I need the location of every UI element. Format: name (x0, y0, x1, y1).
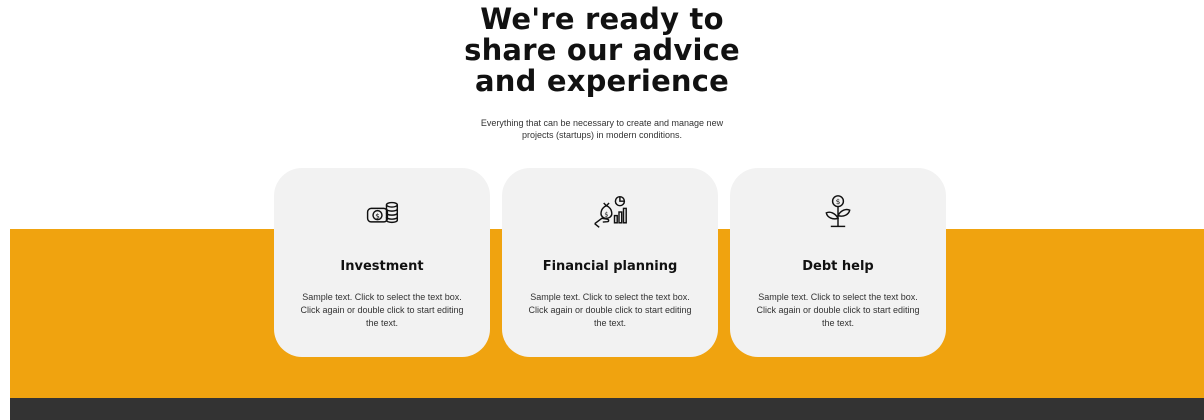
heading-line-1: We're ready to (480, 2, 724, 36)
svg-text:$: $ (836, 197, 841, 206)
financial-planning-icon: $ (594, 195, 627, 228)
card-text-line: Sample text. Click to select the text bo… (530, 292, 690, 302)
card-text-line: Click again or double click to start edi… (300, 305, 464, 315)
card-debt-help: $ Debt help Sample text. Click to select… (730, 168, 946, 357)
section-heading: We're ready to share our advice and expe… (402, 4, 802, 97)
money-plant-icon: $ (825, 195, 851, 228)
svg-text:$: $ (604, 212, 608, 219)
card-investment: $ Investment Sample text. Click to selec… (274, 168, 490, 357)
card-title: Investment (340, 259, 424, 274)
card-text-line: the text. (365, 318, 399, 328)
page: We're ready to share our advice and expe… (0, 0, 1204, 420)
footer-band (10, 398, 1204, 420)
heading-line-2: share our advice (464, 33, 740, 67)
card-text-line: Sample text. Click to select the text bo… (302, 292, 462, 302)
card-text: Sample text. Click to select the text bo… (288, 291, 476, 330)
card-text-line: the text. (593, 318, 627, 328)
svg-text:$: $ (375, 211, 380, 220)
heading-line-3: and experience (474, 64, 730, 98)
card-text-line: the text. (821, 318, 855, 328)
card-text-line: Click again or double click to start edi… (756, 305, 920, 315)
section-subtitle: Everything that can be necessary to crea… (462, 117, 742, 141)
card-financial-planning: $ Financial planning Sample text. Click … (502, 168, 718, 357)
subtitle-line-1: Everything that can be necessary to crea… (480, 118, 724, 128)
subtitle-line-2: projects (startups) in modern conditions… (521, 130, 683, 140)
card-text-line: Sample text. Click to select the text bo… (758, 292, 918, 302)
card-text: Sample text. Click to select the text bo… (744, 291, 932, 330)
card-title: Financial planning (542, 259, 678, 274)
card-text: Sample text. Click to select the text bo… (516, 291, 704, 330)
card-text-line: Click again or double click to start edi… (528, 305, 692, 315)
card-title: Debt help (802, 259, 874, 274)
coins-icon: $ (366, 201, 399, 224)
